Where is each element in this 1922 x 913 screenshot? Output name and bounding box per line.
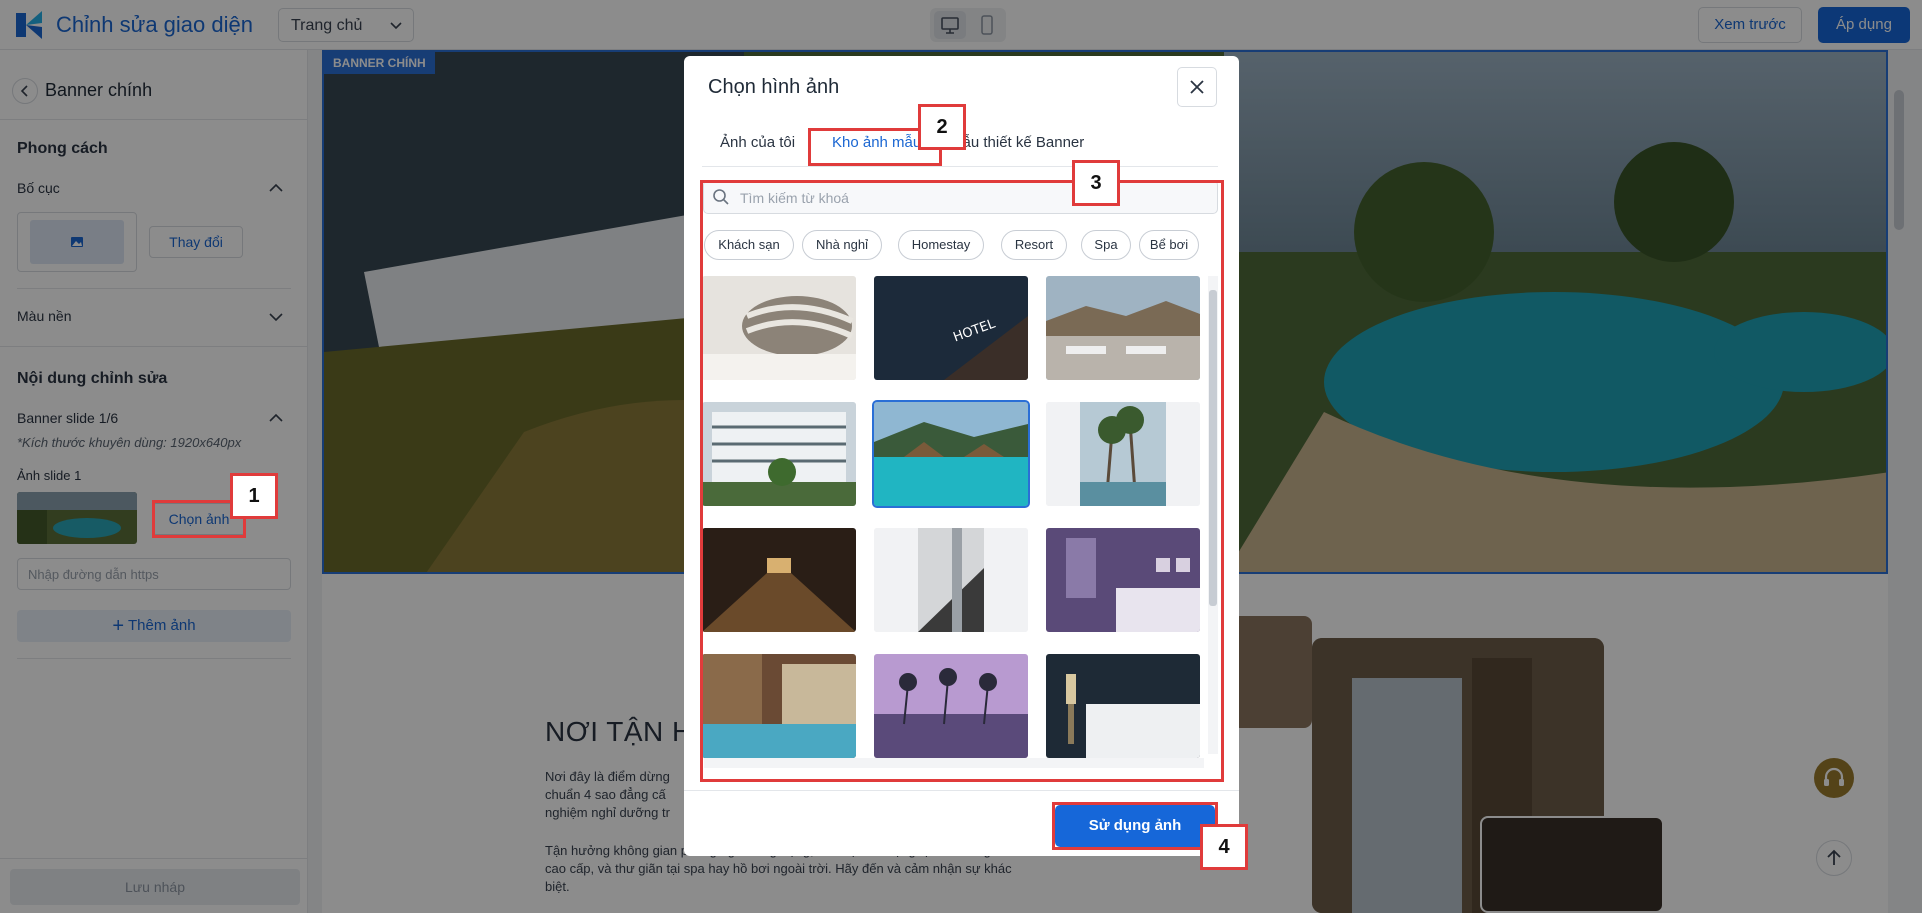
- modal-footer-divider: [684, 790, 1239, 791]
- callout-3: 3: [1072, 160, 1120, 206]
- highlight-use-button: [1052, 802, 1218, 850]
- callout-1: 1: [230, 473, 278, 519]
- tab-banner-templates[interactable]: Mẫu thiết kế Banner: [950, 134, 1084, 151]
- close-button[interactable]: [1177, 67, 1217, 107]
- close-icon: [1190, 80, 1204, 94]
- callout-2: 2: [918, 104, 966, 150]
- callout-4: 4: [1200, 824, 1248, 870]
- tabs-divider: [702, 166, 1218, 167]
- modal-title: Chọn hình ảnh: [708, 76, 840, 98]
- tab-my-images[interactable]: Ảnh của tôi: [720, 134, 795, 151]
- highlight-image-area: [700, 180, 1224, 782]
